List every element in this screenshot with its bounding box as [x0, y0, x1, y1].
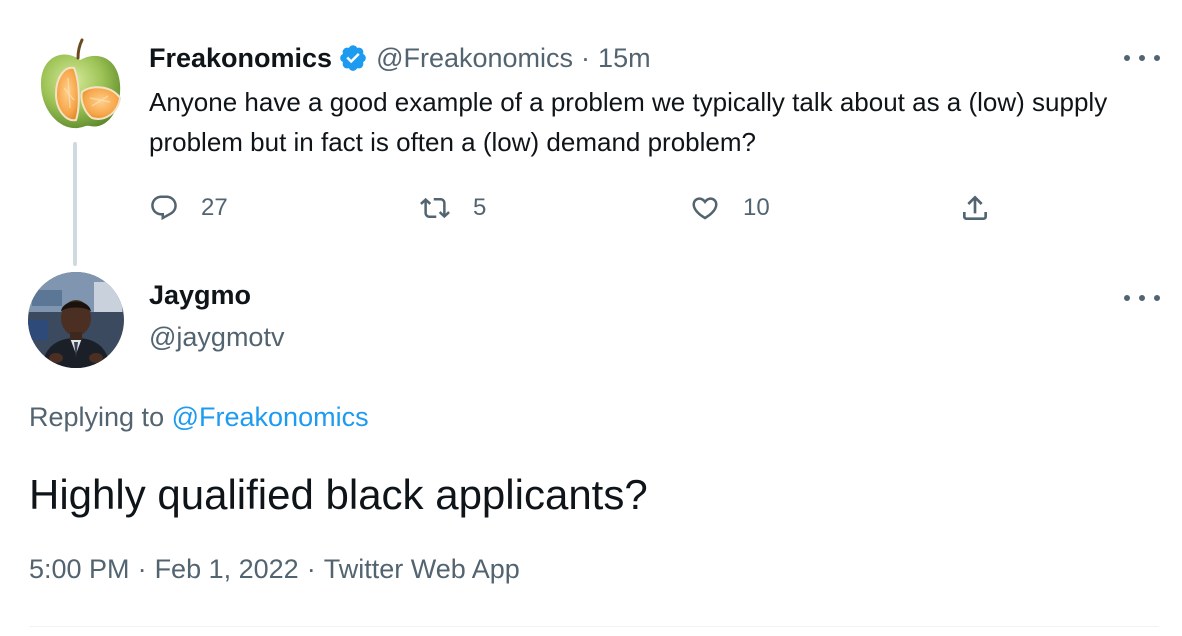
- replying-to-line: Replying to @Freakonomics: [29, 402, 369, 433]
- tweet-time-ago[interactable]: 15m: [598, 43, 651, 74]
- parent-tweet[interactable]: Freakonomics @Freakonomics · 15m Anyone …: [0, 0, 1182, 270]
- tweet-date[interactable]: Feb 1, 2022: [155, 554, 299, 584]
- jaygmo-avatar[interactable]: [28, 272, 124, 368]
- tweet-actions: 27 5 10: [149, 186, 1029, 230]
- verified-badge-icon: [338, 43, 368, 73]
- apple-orange-logo-icon: [40, 38, 122, 129]
- replying-to-label: Replying to: [29, 402, 165, 432]
- retweet-button[interactable]: 5: [419, 186, 486, 230]
- thread-connector-line: [73, 142, 77, 266]
- author-handle[interactable]: @Freakonomics: [376, 43, 573, 74]
- parent-tweet-text: Anyone have a good example of a problem …: [149, 87, 1108, 157]
- header-separator: ·: [581, 42, 591, 73]
- meta-separator: ·: [137, 554, 147, 584]
- share-button[interactable]: [959, 186, 991, 230]
- tweet-metadata: 5:00 PM · Feb 1, 2022 · Twitter Web App: [29, 554, 520, 585]
- like-count: 10: [743, 194, 770, 221]
- replying-to-link[interactable]: @Freakonomics: [172, 402, 369, 432]
- reply-tweet-text: Highly qualified black applicants?: [29, 471, 648, 518]
- reply-count: 27: [201, 194, 228, 221]
- parent-tweet-header: Freakonomics @Freakonomics · 15m: [149, 40, 651, 76]
- meta-separator: ·: [306, 554, 316, 584]
- reply-author-handle[interactable]: @jaygmotv: [149, 322, 284, 353]
- freakonomics-avatar[interactable]: [34, 38, 126, 134]
- more-icon[interactable]: [1124, 48, 1160, 68]
- reply-button[interactable]: 27: [149, 186, 228, 230]
- more-icon[interactable]: [1124, 288, 1160, 308]
- like-icon: [692, 197, 718, 220]
- profile-photo-icon: [28, 272, 124, 368]
- tweet-time[interactable]: 5:00 PM: [29, 554, 130, 584]
- author-name[interactable]: Freakonomics: [149, 43, 332, 74]
- like-button[interactable]: 10: [689, 186, 770, 230]
- share-icon: [963, 195, 987, 220]
- reply-icon: [151, 195, 177, 221]
- retweet-count: 5: [473, 194, 487, 221]
- retweet-icon: [420, 197, 450, 219]
- divider: [29, 626, 1159, 627]
- tweet-source[interactable]: Twitter Web App: [324, 554, 520, 584]
- reply-author-name[interactable]: Jaygmo: [149, 280, 251, 311]
